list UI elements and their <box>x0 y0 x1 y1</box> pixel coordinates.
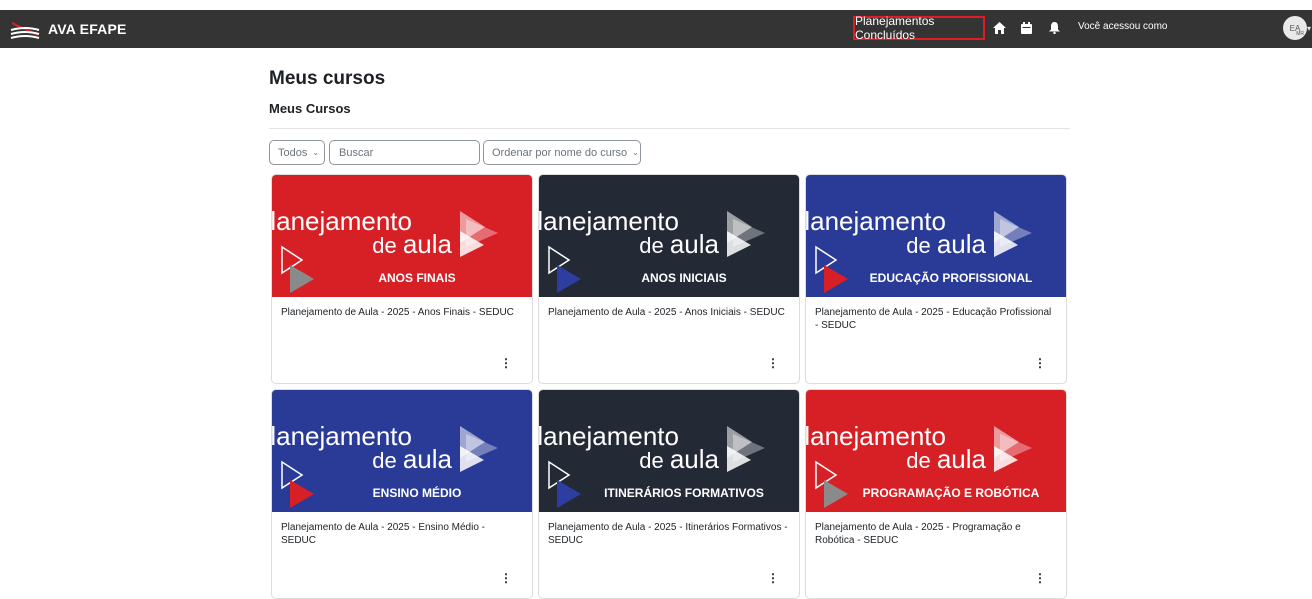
course-card[interactable]: planejamentode aula ANOS INICIAIS Planejam… <box>538 174 800 384</box>
course-banner-image[interactable]: planejamentode aula EDUCAÇÃO PROFISSIONAL <box>806 175 1066 297</box>
banner-label: PROGRAMAÇÃO E ROBÓTICA <box>863 485 1040 500</box>
course-title-link[interactable]: Planejamento de Aula - 2025 - Ensino Méd… <box>281 521 521 547</box>
brand-name: AVA EFAPE <box>48 21 127 37</box>
course-actions-menu-icon[interactable]: ⋮ <box>1032 570 1048 586</box>
banner-word-planejamento: planejamento <box>272 421 412 451</box>
banner-word-de-aula: de aula <box>372 229 452 259</box>
grouping-value: Todos <box>278 146 308 159</box>
sort-value: Ordenar por nome do curso <box>492 146 628 159</box>
course-banner-image[interactable]: planejamentode aula ANOS INICIAIS <box>539 175 799 297</box>
banner-word-planejamento: planejamento <box>806 206 946 236</box>
banner-word-de-aula: de aula <box>906 229 986 259</box>
course-banner-image[interactable]: planejamentode aula ANOS FINAIS <box>272 175 532 297</box>
bell-icon[interactable] <box>1046 20 1062 36</box>
course-banner-image[interactable]: planejamentode aula ENSINO MÉDIO <box>272 390 532 512</box>
banner-word-planejamento: planejamento <box>272 206 412 236</box>
course-actions-menu-icon[interactable]: ⋮ <box>498 355 514 371</box>
banner-label: ANOS FINAIS <box>378 271 455 285</box>
chevron-down-icon: ⌄ <box>632 148 639 157</box>
course-title-link[interactable]: Planejamento de Aula - 2025 - Programaçã… <box>815 521 1055 547</box>
course-title-link[interactable]: Planejamento de Aula - 2025 - Educação P… <box>815 306 1055 332</box>
calendar-icon[interactable] <box>1018 20 1034 36</box>
course-title-link[interactable]: Planejamento de Aula - 2025 - Anos Inici… <box>548 306 788 319</box>
banner-word-de-aula: de aula <box>372 444 452 474</box>
brand-logo-icon <box>10 19 40 39</box>
user-avatar[interactable]: EA MR <box>1283 16 1307 40</box>
sort-dropdown[interactable]: Ordenar por nome do curso ⌄ <box>483 140 641 165</box>
course-card[interactable]: planejamentode aula PROGRAMAÇÃO E ROBÓTIC… <box>805 389 1067 599</box>
banner-label: ANOS INICIAIS <box>641 271 726 285</box>
banner-word-de-aula: de aula <box>639 229 719 259</box>
banner-word-planejamento: planejamento <box>539 421 679 451</box>
course-actions-menu-icon[interactable]: ⋮ <box>765 355 781 371</box>
course-title-link[interactable]: Planejamento de Aula - 2025 - Anos Finai… <box>281 306 521 319</box>
home-icon[interactable] <box>991 20 1007 36</box>
course-card[interactable]: planejamentode aula ITINERÁRIOS FORMATIVO… <box>538 389 800 599</box>
banner-word-planejamento: planejamento <box>806 421 946 451</box>
avatar-sub-initials: MR <box>1296 31 1304 37</box>
planejamentos-concluidos-link[interactable]: Planejamentos Concluídos <box>853 14 985 42</box>
course-banner-image[interactable]: planejamentode aula PROGRAMAÇÃO E ROBÓTIC… <box>806 390 1066 512</box>
top-navbar: AVA EFAPE Planejamentos Concluídos Você … <box>0 10 1312 48</box>
section-title: Meus Cursos <box>269 101 351 116</box>
divider <box>269 128 1070 129</box>
banner-label: ENSINO MÉDIO <box>373 485 462 500</box>
banner-word-de-aula: de aula <box>906 444 986 474</box>
course-card[interactable]: planejamentode aula ENSINO MÉDIO Planejame… <box>271 389 533 599</box>
brand-link[interactable]: AVA EFAPE <box>10 18 127 40</box>
course-card[interactable]: planejamentode aula EDUCAÇÃO PROFISSIONAL… <box>805 174 1067 384</box>
course-actions-menu-icon[interactable]: ⋮ <box>1032 355 1048 371</box>
grouping-dropdown[interactable]: Todos ⌄ <box>269 140 325 165</box>
course-title-link[interactable]: Planejamento de Aula - 2025 - Itinerário… <box>548 521 788 547</box>
user-menu-chevron-icon[interactable]: ▾ <box>1307 24 1311 33</box>
banner-word-planejamento: planejamento <box>539 206 679 236</box>
logged-in-as-text: Você acessou como <box>1078 21 1168 32</box>
banner-word-de-aula: de aula <box>639 444 719 474</box>
banner-label: EDUCAÇÃO PROFISSIONAL <box>870 270 1033 285</box>
page-title: Meus cursos <box>269 68 386 89</box>
search-input[interactable] <box>329 140 480 165</box>
course-card[interactable]: planejamentode aula ANOS FINAIS Planejamen… <box>271 174 533 384</box>
chevron-down-icon: ⌄ <box>312 148 320 157</box>
course-actions-menu-icon[interactable]: ⋮ <box>498 570 514 586</box>
banner-label: ITINERÁRIOS FORMATIVOS <box>604 485 764 500</box>
course-banner-image[interactable]: planejamentode aula ITINERÁRIOS FORMATIVO… <box>539 390 799 512</box>
course-actions-menu-icon[interactable]: ⋮ <box>765 570 781 586</box>
